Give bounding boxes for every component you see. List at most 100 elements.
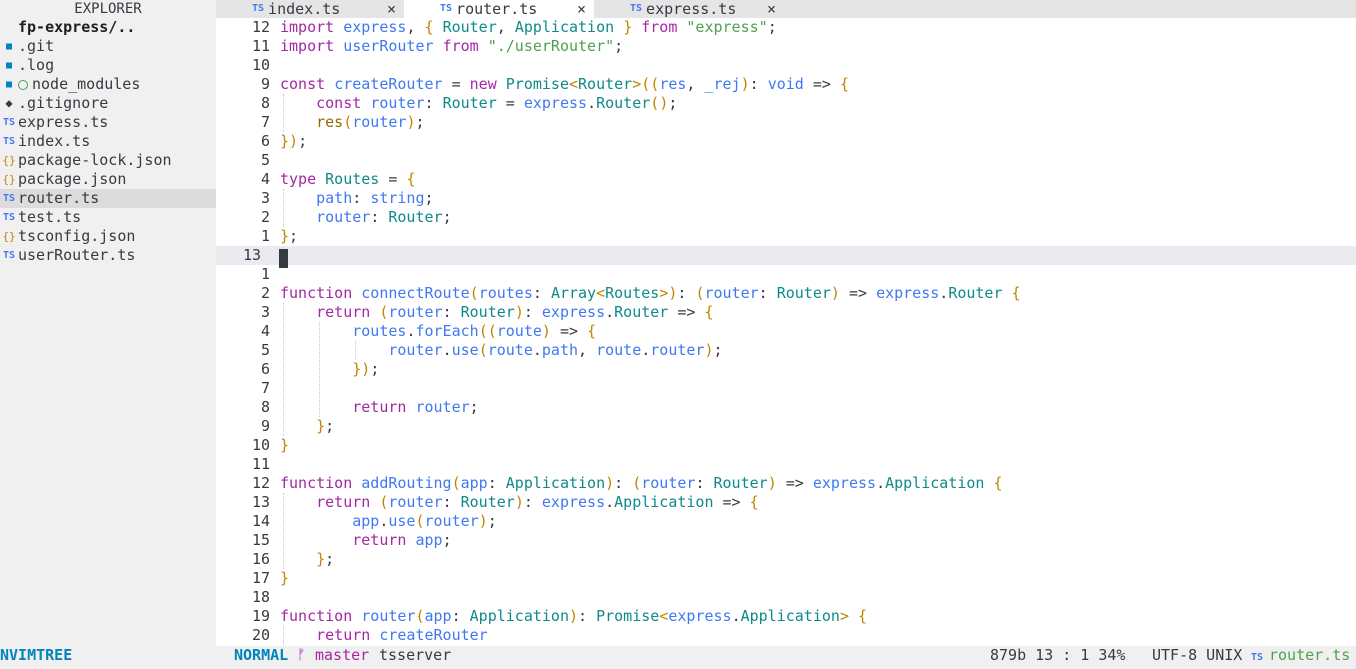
code-editor[interactable]: 1 2 import express, { Router, Application … — [216, 18, 1356, 646]
code-text: return (router: Router): express.Router … — [316, 303, 714, 321]
code-line[interactable]: 11 import userRouter from "./userRouter"; — [216, 37, 1356, 56]
explorer-title: EXPLORER — [74, 1, 142, 17]
code-line[interactable]: 7 res(router); — [216, 113, 1356, 132]
line-number: 11 — [251, 455, 270, 473]
code-line[interactable]: 19 function router(app: Application): Pro… — [216, 607, 1356, 626]
code-line[interactable]: 15 return app; — [216, 531, 1356, 550]
tab-label: router.ts — [456, 0, 538, 18]
ts-file-icon: TS — [2, 117, 16, 128]
code-line[interactable]: 8 const router: Router = express.Router(… — [216, 94, 1356, 113]
code-line[interactable]: 2 function connectRoute(routes: Array<Rou… — [216, 284, 1356, 303]
file-encoding: UTF-8 UNIX — [1152, 646, 1243, 664]
tab-router-ts[interactable]: TS router.ts × — [404, 0, 594, 18]
code-line[interactable]: 5 — [216, 151, 1356, 170]
line-number: 17 — [251, 569, 270, 587]
code-line[interactable]: 10 — [216, 56, 1356, 75]
line-number: 3 — [260, 303, 270, 321]
tab-label: index.ts — [268, 0, 341, 18]
tree-item-label: router.ts — [18, 189, 100, 207]
ts-file-icon: TS — [2, 136, 16, 147]
code-line[interactable]: 9 }; — [216, 417, 1356, 436]
code-line[interactable]: 1}; — [216, 227, 1356, 246]
tree-item-express-ts[interactable]: TS express.ts — [0, 113, 216, 132]
tree-item-router-ts[interactable]: TS router.ts — [0, 189, 216, 208]
code-line[interactable]: 10} — [216, 436, 1356, 455]
code-line[interactable]: 6}); — [216, 132, 1356, 151]
tree-item-label: tsconfig.json — [18, 227, 136, 245]
tree-item-index-ts[interactable]: TS index.ts — [0, 132, 216, 151]
lsp-client: tsserver — [379, 646, 452, 664]
code-text: res(router); — [316, 113, 425, 131]
code-line[interactable]: 6 }); — [216, 360, 1356, 379]
git-branch-icon: ᚠ — [297, 647, 306, 663]
tab-bar: TS index.ts × TS router.ts × TS express.… — [216, 0, 1356, 18]
code-line[interactable]: 4 routes.forEach((route) => { — [216, 322, 1356, 341]
code-text: } — [280, 569, 290, 587]
line-number: 1 — [260, 265, 270, 283]
line-number: 11 — [251, 37, 270, 55]
code-line[interactable]: 12 function addRouting(app: Application):… — [216, 474, 1356, 493]
code-line[interactable]: 20 return createRouter — [216, 626, 1356, 645]
line-number: 7 — [260, 113, 270, 131]
close-icon[interactable]: × — [577, 0, 586, 18]
code-line[interactable]: 17} — [216, 569, 1356, 588]
line-number: 4 — [260, 170, 270, 188]
code-line[interactable]: 3 return (router: Router): express.Route… — [216, 303, 1356, 322]
tree-item-label: .log — [18, 56, 55, 74]
ts-file-icon: TS — [2, 193, 16, 204]
close-icon[interactable]: × — [387, 0, 396, 18]
line-number: 7 — [260, 379, 270, 397]
code-line[interactable]: 12 import express, { Router, Application … — [216, 18, 1356, 37]
code-line[interactable]: 13 return (router: Router): express.Appl… — [216, 493, 1356, 512]
line-number: 10 — [251, 436, 270, 454]
code-line[interactable]: 2 router: Router; — [216, 208, 1356, 227]
indent-guide — [319, 322, 320, 417]
git-icon: ◆ — [5, 96, 13, 110]
code-line[interactable]: 8 return router; — [216, 398, 1356, 417]
line-number: 18 — [251, 588, 270, 606]
tree-item-label: test.ts — [18, 208, 82, 226]
tab-index-ts[interactable]: TS index.ts × — [216, 0, 404, 18]
line-number: 8 — [260, 94, 270, 112]
code-line[interactable]: 7 — [216, 379, 1356, 398]
code-text: import express, { Router, Application } … — [280, 18, 777, 36]
code-line[interactable]: 18 — [216, 588, 1356, 607]
tree-item-userrouter-ts[interactable]: TS userRouter.ts — [0, 246, 216, 265]
tree-item-tsconfig-json[interactable]: {} tsconfig.json — [0, 227, 216, 246]
tree-item-log[interactable]: ■ .log — [0, 56, 216, 75]
tree-item-label: userRouter.ts — [18, 246, 136, 264]
json-file-icon: {} — [2, 230, 16, 243]
line-number: 3 — [260, 189, 270, 207]
tab-express-ts[interactable]: TS express.ts × — [594, 0, 784, 18]
tree-item-package-lock-json[interactable]: {} package-lock.json — [0, 151, 216, 170]
code-text: router: Router; — [316, 208, 452, 226]
tree-item-node-modules[interactable]: ■ node_modules — [0, 75, 216, 94]
line-number: 10 — [251, 56, 270, 74]
explorer-root-folder[interactable]: fp-express/.. — [0, 18, 216, 37]
line-number: 6 — [260, 132, 270, 150]
code-line[interactable]: 5 router.use(route.path, route.router); — [216, 341, 1356, 360]
code-line[interactable]: 16 }; — [216, 550, 1356, 569]
tree-item-git[interactable]: ■ .git — [0, 37, 216, 56]
ts-file-icon: TS — [1251, 652, 1264, 663]
line-number: 9 — [260, 417, 270, 435]
tree-item-label: package-lock.json — [18, 151, 172, 169]
close-icon[interactable]: × — [767, 0, 776, 18]
code-line[interactable]: 11 — [216, 455, 1356, 474]
tree-item-package-json[interactable]: {} package.json — [0, 170, 216, 189]
code-text: router.use(route.path, route.router); — [388, 341, 723, 359]
tree-item-gitignore[interactable]: ◆ .gitignore — [0, 94, 216, 113]
code-line[interactable]: 9 const createRouter = new Promise<Router… — [216, 75, 1356, 94]
tab-label: express.ts — [646, 0, 737, 18]
code-line[interactable]: 13 — [216, 246, 1356, 265]
code-line[interactable]: 3 path: string; — [216, 189, 1356, 208]
line-number: 15 — [251, 531, 270, 549]
code-text: return router; — [352, 398, 479, 416]
code-line[interactable]: 14 app.use(router); — [216, 512, 1356, 531]
code-line[interactable]: 4 type Routes = { — [216, 170, 1356, 189]
line-number: 8 — [260, 398, 270, 416]
ts-file-icon: TS — [2, 250, 16, 261]
tree-item-test-ts[interactable]: TS test.ts — [0, 208, 216, 227]
code-line[interactable]: 1 — [216, 265, 1356, 284]
line-number: 2 — [260, 208, 270, 226]
